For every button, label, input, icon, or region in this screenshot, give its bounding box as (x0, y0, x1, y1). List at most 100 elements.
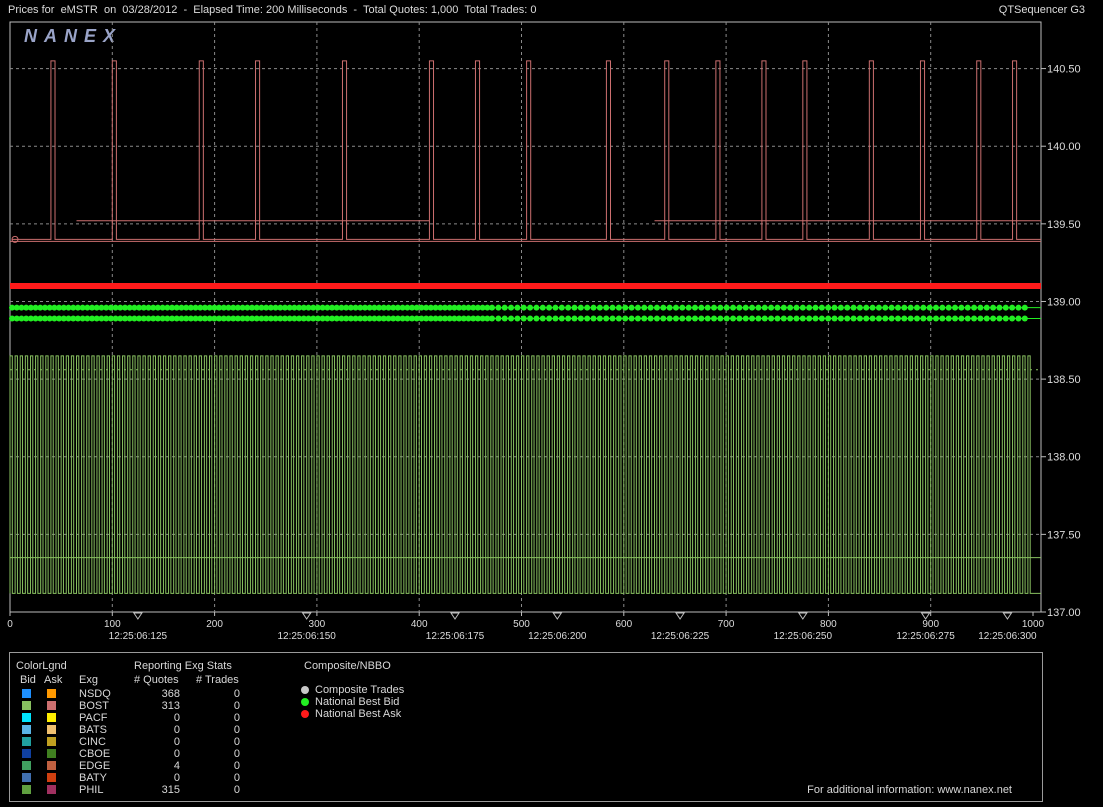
national-best-bid-point (780, 304, 787, 311)
national-best-bid-point (996, 315, 1003, 322)
national-best-bid-point (736, 315, 743, 322)
ask-swatch-pacf (47, 713, 56, 722)
national-best-bid-point (761, 315, 768, 322)
exg-name-cinc: CINC (79, 736, 106, 748)
exg-name-baty: BATY (79, 772, 107, 784)
bid-swatch-cboe (22, 749, 31, 758)
national-best-bid-point (495, 304, 502, 311)
national-best-bid-point (888, 304, 895, 311)
national-best-bid-point (933, 304, 940, 311)
national-best-bid-point (755, 315, 762, 322)
national-best-bid-point (958, 304, 965, 311)
bid-swatch-bost (22, 701, 31, 710)
exg-name-phil: PHIL (79, 784, 104, 796)
national-best-bid-point (495, 315, 502, 322)
national-best-bid-point (514, 315, 521, 322)
y-tick-label: 140.00 (1047, 141, 1081, 153)
national-best-bid-point (837, 315, 844, 322)
x-tick-label: 200 (206, 619, 223, 630)
ask-swatch-cboe (47, 749, 56, 758)
national-best-bid-point (552, 315, 559, 322)
trade-count-pacf: 0 (233, 712, 240, 724)
x-tick-label: 100 (104, 619, 121, 630)
national-best-bid-point (660, 315, 667, 322)
bid-swatch-nsdq (22, 689, 31, 698)
x-tick-label: 600 (615, 619, 632, 630)
national-best-bid-point (730, 304, 737, 311)
ask-swatch-edge (47, 761, 56, 770)
composite-dot-national-best-ask (301, 710, 309, 718)
national-best-bid-point (850, 315, 857, 322)
national-best-bid-point (723, 315, 730, 322)
national-best-bid-point (964, 315, 971, 322)
national-best-bid-point (685, 304, 692, 311)
quote-count-phil: 315 (161, 784, 180, 796)
trade-count-edge: 0 (233, 760, 240, 772)
footer-link[interactable]: For additional information: www.nanex.ne… (807, 784, 1012, 796)
trade-count-cinc: 0 (233, 736, 240, 748)
x-tick-label: 0 (7, 619, 13, 630)
national-best-bid-point (844, 315, 851, 322)
ask-swatch-bost (47, 701, 56, 710)
national-best-bid-point (742, 304, 749, 311)
national-best-bid-point (609, 304, 616, 311)
national-best-bid-point (717, 304, 724, 311)
national-best-bid-point (685, 315, 692, 322)
national-best-bid-point (806, 304, 813, 311)
ask-swatch-bats (47, 725, 56, 734)
national-best-bid-point (615, 315, 622, 322)
quote-count-nsdq: 368 (161, 688, 180, 700)
x-tick-label: 400 (411, 619, 428, 630)
quote-count-bats: 0 (173, 724, 180, 736)
national-best-bid-point (933, 315, 940, 322)
ask-swatch-phil (47, 785, 56, 794)
bid-swatch-phil (22, 785, 31, 794)
national-best-bid-point (990, 304, 997, 311)
national-best-bid-point (882, 304, 889, 311)
composite-dot-composite-trades (301, 686, 309, 694)
exg-name-edge: EDGE (79, 760, 111, 772)
composite-label-composite-trades: Composite Trades (315, 684, 405, 696)
national-best-bid-point (666, 304, 673, 311)
ask-swatch-baty (47, 773, 56, 782)
color-legend-header: ColorLgnd (16, 660, 67, 672)
national-best-bid-point (945, 315, 952, 322)
national-best-bid-point (1002, 315, 1009, 322)
ask-swatch-nsdq (47, 689, 56, 698)
national-best-bid-point (533, 315, 540, 322)
national-best-bid-point (818, 304, 825, 311)
national-best-bid-point (590, 315, 597, 322)
national-best-bid-point (546, 304, 553, 311)
national-best-bid-point (698, 304, 705, 311)
national-best-bid-point (584, 315, 591, 322)
national-best-bid-point (558, 304, 565, 311)
national-best-bid-point (913, 315, 920, 322)
national-best-bid-point (489, 315, 496, 322)
national-best-bid-point (774, 315, 781, 322)
exg-name-bats: BATS (79, 724, 107, 736)
national-best-bid-point (520, 315, 527, 322)
national-best-bid-point (863, 315, 870, 322)
national-best-bid-point (977, 304, 984, 311)
national-best-bid-point (952, 304, 959, 311)
composite-label-national-best-ask: National Best Ask (315, 708, 402, 720)
national-best-bid-point (749, 304, 756, 311)
national-best-bid-point (520, 304, 527, 311)
x-tick-label: 1000 (1022, 619, 1045, 630)
y-tick-label: 138.00 (1047, 452, 1081, 464)
x-tick-label: 700 (718, 619, 735, 630)
national-best-bid-point (926, 304, 933, 311)
national-best-bid-point (875, 315, 882, 322)
trade-count-cboe: 0 (233, 748, 240, 760)
composite-dot-national-best-bid (301, 698, 309, 706)
national-best-bid-point (711, 315, 718, 322)
national-best-bid-point (672, 304, 679, 311)
bid-header: Bid (20, 674, 36, 686)
x-tick-label: 300 (309, 619, 326, 630)
time-marker (132, 612, 143, 620)
ask-header: Ask (44, 674, 63, 686)
national-best-bid-point (565, 304, 572, 311)
quote-count-cboe: 0 (173, 748, 180, 760)
time-marker (1002, 612, 1013, 620)
national-best-bid-point (584, 304, 591, 311)
